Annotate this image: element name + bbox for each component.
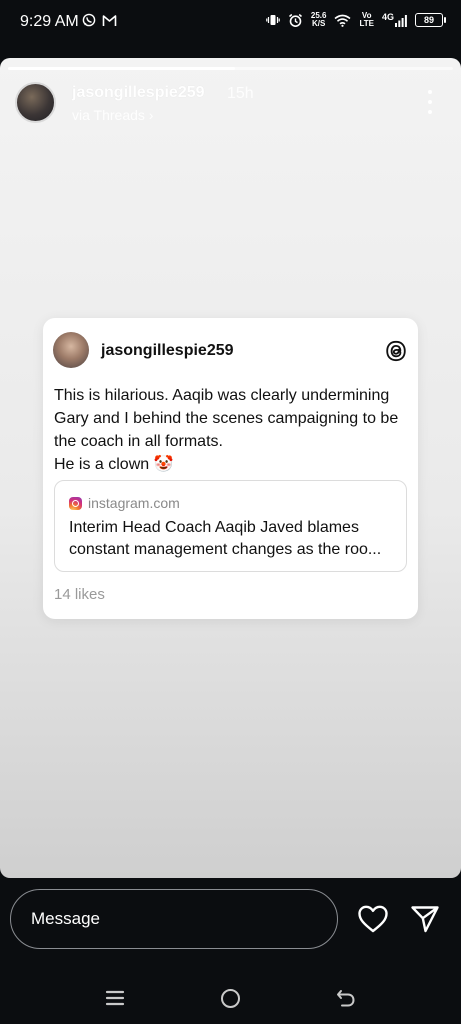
system-nav-bar: [0, 958, 461, 1024]
link-preview[interactable]: instagram.com Interim Head Coach Aaqib J…: [54, 480, 407, 572]
instagram-icon: [69, 497, 82, 510]
send-icon[interactable]: [410, 904, 440, 934]
reply-bar: Message: [0, 878, 461, 958]
volte-indicator: Vo LTE: [359, 12, 374, 28]
story-timestamp: 15h: [227, 85, 254, 102]
vibrate-icon: [266, 15, 280, 25]
story-view[interactable]: jasongillespie259 15h via Threads › jaso…: [0, 58, 461, 878]
network-speed-unit: K/S: [312, 19, 326, 28]
status-bar: 9:29 AM 25.6 K/S Vo LTE 4G 89: [0, 0, 461, 46]
back-icon[interactable]: [335, 987, 357, 1009]
story-author-avatar[interactable]: [15, 82, 56, 123]
story-author-username[interactable]: jasongillespie259: [72, 84, 205, 102]
story-progress-fill: [8, 67, 235, 70]
more-options-icon[interactable]: [421, 90, 439, 114]
post-author-username: jasongillespie259: [101, 342, 234, 359]
home-icon[interactable]: [221, 989, 240, 1008]
signal-icon: [395, 15, 407, 27]
link-domain: instagram.com: [88, 495, 180, 511]
status-system-icons: 25.6 K/S Vo LTE 4G 89: [266, 12, 446, 28]
whatsapp-icon: [82, 13, 96, 27]
post-author-avatar: [53, 332, 89, 368]
via-threads-link[interactable]: via Threads ›: [72, 107, 153, 123]
story-progress-bar: [8, 67, 453, 70]
status-notification-icons: [82, 13, 117, 27]
link-title: Interim Head Coach Aaqib Javed blames co…: [69, 519, 382, 558]
wifi-icon: [334, 14, 351, 27]
recents-icon[interactable]: [105, 989, 125, 1007]
alarm-icon: [288, 13, 302, 27]
threads-post-card[interactable]: jasongillespie259 This is hilarious. Aaq…: [43, 318, 418, 619]
gmail-icon: [102, 14, 117, 26]
post-text: This is hilarious. Aaqib was clearly und…: [54, 384, 406, 476]
threads-logo-icon: [386, 340, 406, 362]
message-input[interactable]: Message: [10, 889, 338, 949]
post-text-line1: This is hilarious. Aaqib was clearly und…: [54, 387, 399, 450]
status-time: 9:29 AM: [20, 13, 79, 30]
cell-signal: 4G: [382, 13, 407, 27]
network-type: 4G: [381, 12, 394, 22]
battery-indicator: 89: [415, 13, 446, 27]
heart-icon[interactable]: [357, 904, 389, 934]
likes-count: 14 likes: [54, 586, 105, 603]
post-text-line2: He is a clown 🤡: [54, 456, 174, 473]
volte-bottom: LTE: [359, 19, 374, 28]
network-speed: 25.6 K/S: [311, 12, 327, 28]
